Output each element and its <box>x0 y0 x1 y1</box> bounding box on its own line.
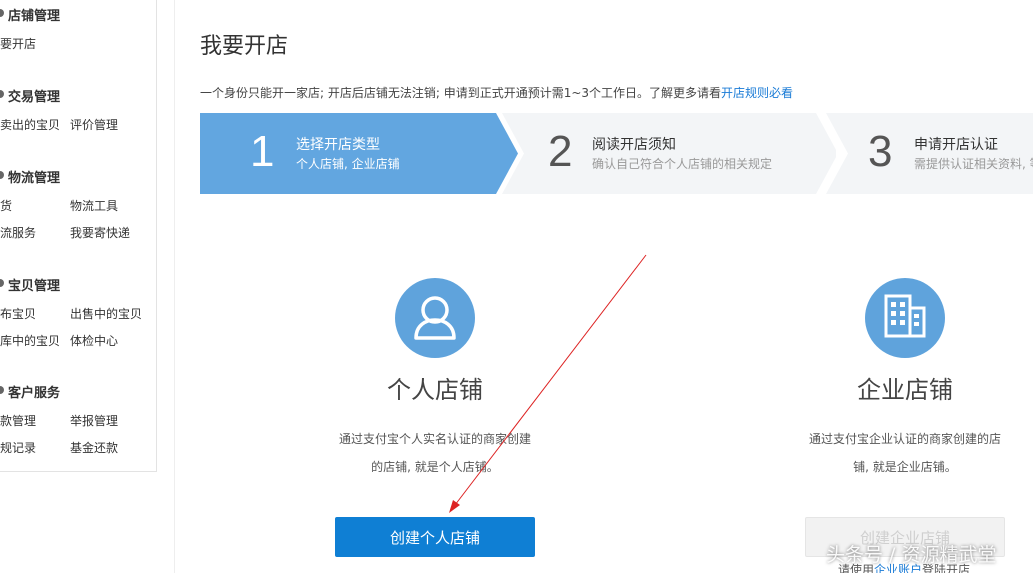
sidebar-group-title: 客户服务 <box>8 386 61 401</box>
sidebar-item-violations[interactable]: 规记录 <box>0 439 36 456</box>
step-title: 选择开店类型 <box>296 137 380 153</box>
personal-store-title: 个人店铺 <box>387 376 483 404</box>
step-title: 阅读开店须知 <box>592 137 676 153</box>
sidebar-item-refunds[interactable]: 款管理 <box>0 412 36 429</box>
page: 店铺管理 要开店 交易管理 卖出的宝贝 评价管理 物流管理 货 物流工具 流服务… <box>0 0 1033 573</box>
shop-rules-link[interactable]: 开店规则必看 <box>721 86 793 100</box>
page-title: 我要开店 <box>200 34 289 59</box>
step-number: 1 <box>250 127 275 176</box>
step-number: 3 <box>868 127 893 176</box>
sidebar-item-sold-items[interactable]: 卖出的宝贝 <box>0 116 60 133</box>
divider <box>174 0 175 573</box>
sidebar-item-publish[interactable]: 布宝贝 <box>0 305 36 322</box>
sidebar-item-on-sale[interactable]: 出售中的宝贝 <box>70 305 142 322</box>
enterprise-store-card: 企业店铺 通过支付宝企业认证的商家创建的店铺, 就是企业店铺。 <box>775 278 1033 481</box>
create-personal-store-button[interactable]: 创建个人店铺 <box>335 517 535 557</box>
personal-store-card: 个人店铺 通过支付宝个人实名认证的商家创建的店铺, 就是个人店铺。 <box>305 278 565 481</box>
personal-store-desc: 通过支付宝个人实名认证的商家创建的店铺, 就是个人店铺。 <box>338 432 531 474</box>
sidebar-item-fund-repay[interactable]: 基金还款 <box>70 439 118 456</box>
bullet-icon <box>0 90 4 98</box>
step-desc: 个人店铺, 企业店铺 <box>296 157 400 171</box>
sidebar-item-open-shop[interactable]: 要开店 <box>0 35 36 52</box>
step-title: 申请开店认证 <box>914 137 998 153</box>
bullet-icon <box>0 386 4 394</box>
sidebar-group-title: 物流管理 <box>8 171 61 186</box>
enterprise-store-desc: 通过支付宝企业认证的商家创建的店铺, 就是企业店铺。 <box>808 432 1001 474</box>
sidebar-item-logistics-tools[interactable]: 物流工具 <box>70 197 118 214</box>
step-number: 2 <box>548 127 573 176</box>
notice: 一个身份只能开一家店; 开店后店铺无法注销; 申请到正式开通预计需1~3个工作日… <box>200 84 793 101</box>
building-icon <box>865 278 945 358</box>
sidebar: 店铺管理 要开店 交易管理 卖出的宝贝 评价管理 物流管理 货 物流工具 流服务… <box>0 0 157 472</box>
sidebar-item-logistics-service[interactable]: 流服务 <box>0 224 36 241</box>
sidebar-item-reviews[interactable]: 评价管理 <box>70 116 118 133</box>
sidebar-group-title: 宝贝管理 <box>8 279 61 294</box>
step-2: 2 阅读开店须知 确认自己符合个人店铺的相关规定 <box>496 113 836 194</box>
sidebar-item-send-express[interactable]: 我要寄快递 <box>70 224 130 241</box>
bullet-icon <box>0 279 4 287</box>
notice-text: 一个身份只能开一家店; 开店后店铺无法注销; 申请到正式开通预计需1~3个工作日… <box>200 86 722 100</box>
step-1: 1 选择开店类型 个人店铺, 企业店铺 <box>200 113 518 194</box>
step-3: 3 申请开店认证 需提供认证相关资料, 等 <box>820 113 1033 194</box>
enterprise-store-title: 企业店铺 <box>857 376 953 404</box>
bullet-icon <box>0 9 4 17</box>
sidebar-item-reports[interactable]: 举报管理 <box>70 412 118 429</box>
sidebar-item-checkup[interactable]: 体检中心 <box>70 332 118 349</box>
step-desc: 需提供认证相关资料, 等 <box>914 157 1033 171</box>
sidebar-group-title: 店铺管理 <box>8 9 61 24</box>
sidebar-item-in-stock[interactable]: 库中的宝贝 <box>0 332 60 349</box>
sidebar-item-shipping[interactable]: 货 <box>0 197 12 214</box>
sidebar-group-title: 交易管理 <box>8 90 61 105</box>
person-icon <box>395 278 475 358</box>
step-progress: 1 选择开店类型 个人店铺, 企业店铺 2 阅读开店须知 确认自己符合个人店铺的… <box>200 113 1033 194</box>
watermark: 头条号 / 资源精武堂 <box>826 544 997 566</box>
bullet-icon <box>0 171 4 179</box>
step-desc: 确认自己符合个人店铺的相关规定 <box>592 157 773 171</box>
